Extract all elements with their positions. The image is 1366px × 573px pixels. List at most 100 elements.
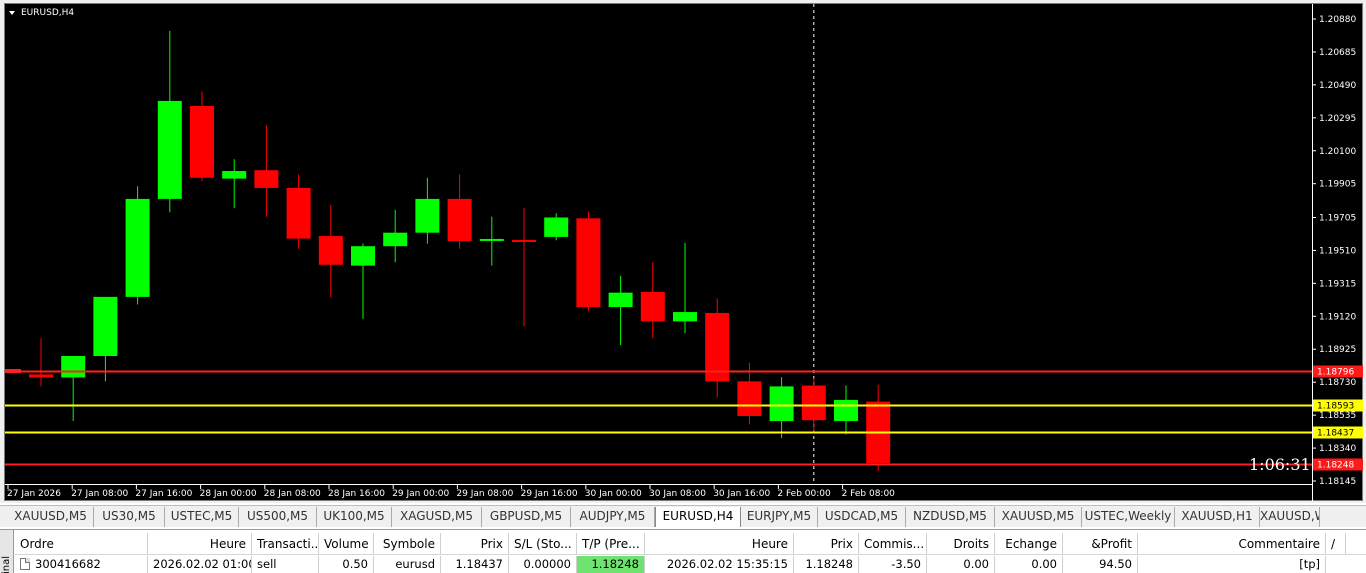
table-cell: 1.18248 xyxy=(577,556,645,573)
bear-candle xyxy=(29,374,53,378)
chart-tab[interactable]: GBPUSD,M5 xyxy=(482,507,571,527)
price-label: 1.20880 xyxy=(1319,15,1356,25)
chart-tab[interactable]: EURUSD,H4 xyxy=(655,507,741,527)
column-header[interactable]: Symbole xyxy=(374,533,441,554)
column-header[interactable]: Prix xyxy=(441,533,509,554)
column-header[interactable]: T/P (Pre... xyxy=(577,533,645,554)
table-cell: 0.00 xyxy=(927,556,995,573)
table-cell: -3.50 xyxy=(859,556,927,573)
terminal-panel: inal Ordre Heure Transacti... Volume Symbole… xyxy=(0,529,1366,573)
table-cell: 0.00000 xyxy=(509,556,577,573)
column-header[interactable]: Echange xyxy=(995,533,1063,554)
price-label: 1.20490 xyxy=(1319,81,1356,91)
chart-tab[interactable]: USTEC,M5 xyxy=(165,507,239,527)
chart-menu-triangle-icon[interactable] xyxy=(9,11,15,15)
chart-tab[interactable]: US500,M5 xyxy=(239,507,317,527)
column-header[interactable]: S/L (Sto... xyxy=(509,533,577,554)
chart-title: EURUSD,H4 xyxy=(21,8,74,18)
table-cell: 0.50 xyxy=(319,556,374,573)
bear-candle xyxy=(640,291,665,322)
price-label: 1.18145 xyxy=(1319,477,1356,487)
bull-candle xyxy=(415,198,440,233)
time-label: 28 Jan 00:00 xyxy=(200,489,257,499)
time-label: 29 Jan 00:00 xyxy=(392,489,449,499)
column-header[interactable]: Heure xyxy=(148,533,252,554)
bull-candle xyxy=(125,198,150,297)
time-label: 28 Jan 16:00 xyxy=(328,489,385,499)
price-label: 1.18340 xyxy=(1319,444,1356,454)
order-id: 300416682 xyxy=(35,557,101,571)
candlestick-chart[interactable]: EURUSD,H4 1.20880 1.20685 1.20490 1.20295 1.2… xyxy=(5,4,1364,502)
time-label: 2 Feb 00:00 xyxy=(777,489,831,499)
terminal-side-strip[interactable]: inal xyxy=(0,530,14,573)
column-header[interactable]: &Profit xyxy=(1063,533,1138,554)
chart-tab[interactable]: US30,M5 xyxy=(94,507,165,527)
time-label: 30 Jan 08:00 xyxy=(649,489,706,499)
table-cell: 2026.02.02 01:00:54 xyxy=(148,556,252,573)
chart-tab-bar: XAUUSD,M5 US30,M5 USTEC,M5 US500,M5 UK100,M5… xyxy=(0,505,1366,527)
bull-candle xyxy=(834,399,858,422)
chart-tab[interactable]: UK100,M5 xyxy=(317,507,392,527)
table-cell: 0.00 xyxy=(995,556,1063,573)
column-header[interactable]: Commentaire xyxy=(1138,533,1326,554)
left-edge-marker xyxy=(5,369,21,374)
tp-line-price: 1.18248 xyxy=(1317,461,1354,471)
time-label: 2 Feb 08:00 xyxy=(842,489,896,499)
bear-candle xyxy=(190,105,214,178)
time-label: 29 Jan 08:00 xyxy=(456,489,513,499)
chart-tab[interactable]: USTEC,Weekly xyxy=(1082,507,1175,527)
chart-tab[interactable]: EURJPY,M5 xyxy=(741,507,818,527)
chart-tab[interactable]: USDCAD,M5 xyxy=(818,507,906,527)
table-cell: sell xyxy=(252,556,319,573)
history-row[interactable]: 300416682 2026.02.02 01:00:54sell0.50euru… xyxy=(15,556,1366,573)
column-header[interactable]: Ordre xyxy=(15,533,148,554)
table-cell: 1.18437 xyxy=(441,556,509,573)
bear-candle xyxy=(801,385,826,421)
column-header[interactable]: Prix xyxy=(794,533,859,554)
chart-tab[interactable]: AUDJPY,M5 xyxy=(571,507,655,527)
bull-candle xyxy=(673,312,697,322)
terminal-side-label: inal xyxy=(1,555,12,573)
chart-tab[interactable]: XAUUSD,W xyxy=(1260,507,1320,527)
price-label: 1.20685 xyxy=(1319,48,1356,58)
table-cell: 94.50 xyxy=(1063,556,1138,573)
column-header[interactable]: Commis... xyxy=(859,533,927,554)
price-label: 1.19905 xyxy=(1319,180,1356,190)
bull-candle xyxy=(769,386,794,422)
bear-candle xyxy=(576,218,601,308)
time-label: 27 Jan 08:00 xyxy=(71,489,128,499)
price-label: 1.19705 xyxy=(1319,213,1356,223)
table-cell: 2026.02.02 15:35:15 xyxy=(645,556,794,573)
order-document-icon xyxy=(20,558,30,570)
chart-window: EURUSD,H4 1.20880 1.20685 1.20490 1.20295 1.2… xyxy=(0,0,1366,503)
history-header-row: Ordre Heure Transacti... Volume Symbole Prix S… xyxy=(15,533,1366,555)
chart-tab[interactable]: XAUUSD,M5 xyxy=(8,507,94,527)
bull-candle xyxy=(544,217,569,237)
chart-tab[interactable]: XAGUSD,M5 xyxy=(392,507,482,527)
time-label: 27 Jan 16:00 xyxy=(135,489,192,499)
time-label: 30 Jan 16:00 xyxy=(713,489,770,499)
table-cell: 300416682 xyxy=(15,556,148,573)
column-header[interactable]: Volume xyxy=(319,533,374,554)
price-label: 1.20100 xyxy=(1319,147,1356,157)
chart-tab[interactable]: NZDUSD,M5 xyxy=(906,507,995,527)
bear-candle xyxy=(737,381,762,416)
table-cell: [tp] xyxy=(1138,556,1326,573)
chart-tab[interactable]: XAUUSD,M5 xyxy=(995,507,1082,527)
bear-candle xyxy=(512,239,536,242)
chart-area[interactable]: EURUSD,H4 1.20880 1.20685 1.20490 1.20295 1.2… xyxy=(4,3,1364,502)
price-label: 1.18925 xyxy=(1319,345,1356,355)
price-label: 1.20295 xyxy=(1319,114,1356,124)
price-label: 1.18730 xyxy=(1319,378,1356,388)
column-header[interactable]: Droits xyxy=(927,533,995,554)
column-header[interactable]: / xyxy=(1326,533,1346,554)
price-label: 1.19510 xyxy=(1319,246,1356,256)
price-label: 1.18535 xyxy=(1319,411,1356,421)
bull-candle xyxy=(608,292,633,308)
chart-tab[interactable]: XAUUSD,H1 xyxy=(1175,507,1260,527)
bear-candle xyxy=(447,198,472,242)
time-label: 29 Jan 16:00 xyxy=(521,489,578,499)
column-header[interactable]: Transacti... xyxy=(252,533,319,554)
column-header[interactable]: Heure xyxy=(645,533,794,554)
price-label: 1.19120 xyxy=(1319,312,1356,322)
